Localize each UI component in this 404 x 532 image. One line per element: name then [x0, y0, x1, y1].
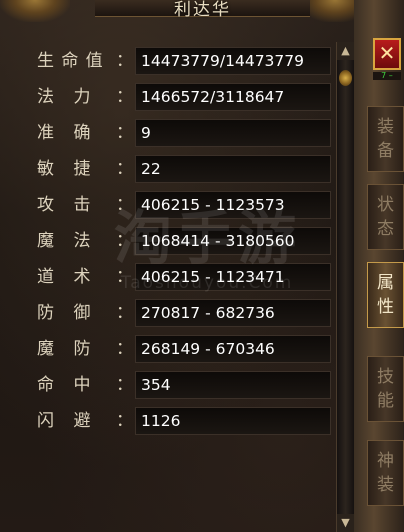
tab-label-char: 技 — [377, 367, 394, 387]
stat-label-char: 命 — [37, 375, 54, 395]
stat-label: 敏捷 ： — [37, 154, 133, 184]
stat-label-char: 确 — [73, 123, 91, 143]
ornament-left — [0, 0, 70, 22]
tab-3[interactable]: 技能 — [367, 356, 404, 422]
stat-label-char: 道 — [37, 267, 54, 287]
tab-label-char: 属 — [377, 273, 394, 293]
stat-value: 406215 - 1123471 — [135, 263, 331, 291]
stat-colon: ： — [116, 231, 133, 251]
stat-row: 道术 ： 406215 - 1123471 — [0, 262, 340, 292]
stat-colon: ： — [116, 159, 133, 179]
tab-label-char: 装 — [377, 117, 394, 137]
close-sub-label: 7 – — [373, 72, 401, 80]
stat-colon: ： — [116, 195, 133, 215]
tab-label-char: 神 — [377, 451, 394, 471]
stat-label-char: 值 — [85, 51, 103, 71]
scroll-thumb[interactable] — [339, 70, 352, 86]
stat-row: 魔法 ： 1068414 - 3180560 — [0, 226, 340, 256]
stat-label: 准确 ： — [37, 118, 133, 148]
tab-label-char: 态 — [377, 219, 394, 239]
stat-label-char: 捷 — [73, 159, 91, 179]
stat-label-char: 魔 — [37, 339, 54, 359]
stat-label-char: 防 — [37, 303, 54, 323]
stat-label: 法力 ： — [37, 82, 133, 112]
stat-row: 法力 ： 1466572/3118647 — [0, 82, 340, 112]
stat-row: 攻击 ： 406215 - 1123573 — [0, 190, 340, 220]
stat-label-char: 敏 — [37, 159, 54, 179]
stat-label: 命中 ： — [37, 370, 133, 400]
scrollbar[interactable]: ▲ ▼ — [336, 42, 355, 532]
stat-row: 命中 ： 354 — [0, 370, 340, 400]
stat-value: 9 — [135, 119, 331, 147]
stat-label: 道术 ： — [37, 262, 133, 292]
stat-label: 魔法 ： — [37, 226, 133, 256]
tab-label-char: 状 — [377, 195, 394, 215]
stat-colon: ： — [116, 87, 133, 107]
stat-value: 22 — [135, 155, 331, 183]
stat-value: 1068414 - 3180560 — [135, 227, 331, 255]
stat-row: 敏捷 ： 22 — [0, 154, 340, 184]
stat-colon: ： — [116, 339, 133, 359]
scroll-up-icon[interactable]: ▲ — [337, 42, 354, 60]
stat-value: 406215 - 1123573 — [135, 191, 331, 219]
tab-4[interactable]: 神装 — [367, 440, 404, 506]
stat-label-char: 御 — [73, 303, 91, 323]
stat-value: 1126 — [135, 407, 331, 435]
tab-2[interactable]: 属性 — [367, 262, 404, 328]
tab-label-char: 性 — [377, 297, 394, 317]
stat-label-char: 击 — [73, 195, 91, 215]
stat-value: 268149 - 670346 — [135, 335, 331, 363]
stat-row: 生命值 ： 14473779/14473779 — [0, 46, 340, 76]
scroll-down-icon[interactable]: ▼ — [337, 514, 354, 532]
stat-label-char: 防 — [73, 339, 91, 359]
stat-label-char: 避 — [73, 411, 91, 431]
stat-colon: ： — [116, 267, 133, 287]
stat-row: 准确 ： 9 — [0, 118, 340, 148]
stat-label-char: 闪 — [37, 411, 54, 431]
stat-colon: ： — [116, 375, 133, 395]
tab-label-char: 备 — [377, 141, 394, 161]
stat-label-char: 攻 — [37, 195, 54, 215]
stat-label-char: 准 — [37, 123, 54, 143]
stat-value: 270817 - 682736 — [135, 299, 331, 327]
stat-value: 14473779/14473779 — [135, 47, 331, 75]
stat-colon: ： — [116, 411, 133, 431]
stat-value: 1466572/3118647 — [135, 83, 331, 111]
stat-colon: ： — [116, 123, 133, 143]
stat-label-char: 法 — [37, 87, 54, 107]
stat-label-char: 中 — [73, 375, 91, 395]
tab-label-char: 装 — [377, 475, 394, 495]
tab-1[interactable]: 状态 — [367, 184, 404, 250]
stat-label: 闪避 ： — [37, 406, 133, 436]
stat-value: 354 — [135, 371, 331, 399]
stat-row: 魔防 ： 268149 - 670346 — [0, 334, 340, 364]
stat-label-char: 法 — [73, 231, 91, 251]
stat-colon: ： — [115, 51, 133, 71]
stat-colon: ： — [116, 303, 133, 323]
stat-label: 防御 ： — [37, 298, 133, 328]
character-name: 利达华 — [174, 0, 231, 20]
stat-label: 生命值 ： — [37, 46, 133, 76]
stat-row: 闪避 ： 1126 — [0, 406, 340, 436]
close-button[interactable]: ✕ — [373, 38, 401, 70]
stat-label: 魔防 ： — [37, 334, 133, 364]
stat-label: 攻击 ： — [37, 190, 133, 220]
stat-label-char: 魔 — [37, 231, 54, 251]
stat-label-char: 命 — [61, 51, 79, 71]
tab-0[interactable]: 装备 — [367, 106, 404, 172]
stat-label-char: 力 — [73, 87, 91, 107]
stat-label-char: 生 — [37, 51, 54, 71]
stat-row: 防御 ： 270817 - 682736 — [0, 298, 340, 328]
stat-label-char: 术 — [73, 267, 91, 287]
tab-label-char: 能 — [377, 391, 394, 411]
